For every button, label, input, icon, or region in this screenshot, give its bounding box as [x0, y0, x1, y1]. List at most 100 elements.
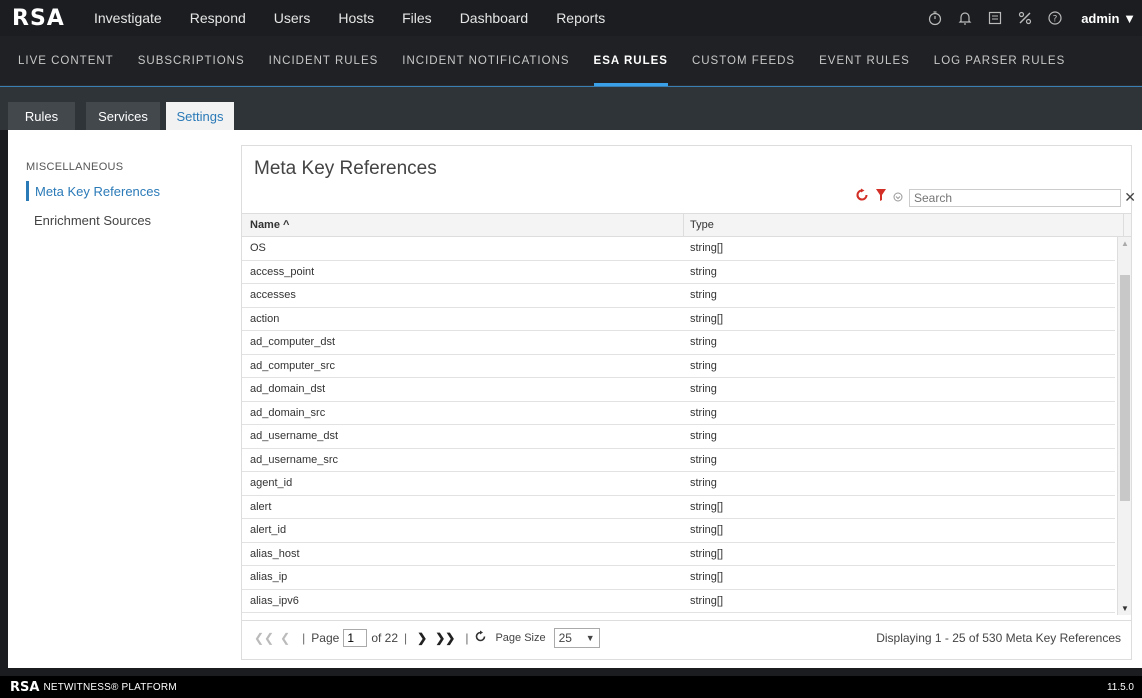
last-page-icon[interactable]: ❯❯ [435, 631, 455, 645]
subnav-subscriptions[interactable]: SUBSCRIPTIONS [138, 36, 245, 86]
bell-icon[interactable] [957, 10, 973, 26]
subnav-incident-notifications[interactable]: INCIDENT NOTIFICATIONS [402, 36, 569, 86]
cell-type: string[] [690, 500, 724, 513]
cell-type: string[] [690, 571, 724, 584]
notes-icon[interactable] [987, 10, 1003, 26]
vertical-scrollbar[interactable]: ▲ ▼ [1117, 237, 1131, 615]
table-row[interactable]: access_point string [242, 261, 1115, 284]
cell-name: alert [250, 500, 272, 513]
sidebar-item-enrichment-sources[interactable]: Enrichment Sources [26, 210, 151, 230]
cell-type: string [690, 289, 717, 302]
table-row[interactable]: action string[] [242, 308, 1115, 331]
cell-type: string [690, 477, 717, 490]
cell-name: ad_domain_dst [250, 383, 326, 396]
dropdown-arrow-icon[interactable] [893, 189, 903, 207]
table-row[interactable]: agent_id string [242, 472, 1115, 496]
panel-title: Meta Key References [254, 158, 437, 179]
nav-dashboard[interactable]: Dashboard [460, 10, 529, 26]
cell-name: alert_id [250, 524, 287, 537]
sidebar-heading: MISCELLANEOUS [26, 161, 124, 173]
page-count: of 22 [371, 630, 399, 645]
subnav-esa-rules[interactable]: ESA RULES [593, 36, 669, 86]
scroll-down-icon[interactable]: ▼ [1121, 604, 1129, 613]
chevron-down-icon: ▼ [585, 632, 595, 643]
subnav-custom-feeds[interactable]: CUSTOM FEEDS [692, 36, 795, 86]
table-row[interactable]: ad_domain_src string [242, 402, 1115, 425]
table-row[interactable]: ad_computer_dst string [242, 331, 1115, 355]
reload-icon[interactable] [474, 630, 487, 646]
cell-type: string [690, 265, 717, 278]
table-row[interactable]: ad_domain_dst string [242, 378, 1115, 402]
cell-name: alias_ipv6 [250, 594, 299, 607]
cell-type: string[] [690, 547, 724, 560]
column-header-name[interactable]: Name ^ [242, 214, 684, 236]
clear-search-icon[interactable]: ✕ [1124, 189, 1136, 206]
chevron-down-icon: ▼ [1123, 10, 1136, 26]
table-row[interactable]: alias_ip string[] [242, 566, 1115, 590]
nav-files[interactable]: Files [402, 10, 432, 26]
page-size-select[interactable]: 25 ▼ [553, 627, 600, 648]
cell-name: alias_ip [250, 571, 288, 584]
page-number-input[interactable] [343, 628, 368, 647]
user-menu[interactable]: admin ▼ [1081, 11, 1136, 26]
table-row[interactable]: ad_computer_src string [242, 355, 1115, 378]
table-row[interactable]: ad_username_dst string [242, 425, 1115, 449]
column-header-type[interactable]: Type [684, 214, 1124, 236]
tab-settings[interactable]: Settings [166, 102, 234, 131]
search-input[interactable] [910, 190, 1090, 205]
nav-investigate[interactable]: Investigate [94, 10, 162, 26]
tab-rules[interactable]: Rules [8, 102, 75, 131]
table-row[interactable]: alert string[] [242, 496, 1115, 519]
table-row[interactable]: ad_username_src string [242, 449, 1115, 472]
footer-product: NETWITNESS® PLATFORM [43, 681, 177, 693]
cell-name: OS [250, 242, 266, 255]
cell-type: string [690, 430, 717, 443]
first-page-icon[interactable]: ❮❮ [254, 631, 274, 645]
cell-type: string [690, 406, 717, 419]
scroll-up-icon[interactable]: ▲ [1121, 239, 1129, 248]
nav-right-tools: ? admin ▼ [927, 0, 1136, 36]
cell-name: ad_username_src [250, 453, 339, 466]
subnav-log-parser-rules[interactable]: LOG PARSER RULES [934, 36, 1065, 86]
refresh-icon[interactable] [855, 188, 869, 207]
tab-services[interactable]: Services [86, 102, 160, 131]
help-icon[interactable]: ? [1047, 10, 1063, 26]
nav-reports[interactable]: Reports [556, 10, 605, 26]
next-page-icon[interactable]: ❯ [417, 631, 427, 645]
table-row[interactable]: alias_host string[] [242, 543, 1115, 566]
paging-status: Displaying 1 - 25 of 530 Meta Key Refere… [876, 630, 1121, 645]
subnav-live-content[interactable]: LIVE CONTENT [18, 36, 114, 86]
table-row[interactable]: accesses string [242, 284, 1115, 308]
page-size-value: 25 [558, 630, 572, 645]
cell-type: string[] [690, 524, 724, 537]
table-row[interactable]: OS string[] [242, 237, 1115, 261]
sidebar-item-meta-key-references[interactable]: Meta Key References [26, 181, 160, 201]
cell-name: alias_host [250, 547, 300, 560]
pager-separator: | [404, 630, 408, 645]
tools-icon[interactable] [1017, 10, 1033, 26]
stopwatch-icon[interactable] [927, 10, 943, 26]
page-label: Page [311, 630, 340, 645]
filter-icon[interactable] [875, 188, 887, 207]
sub-nav: LIVE CONTENT SUBSCRIPTIONS INCIDENT RULE… [0, 36, 1142, 86]
scroll-thumb[interactable] [1120, 275, 1130, 501]
table-row[interactable]: alias_ipv6 string[] [242, 590, 1115, 613]
nav-users[interactable]: Users [274, 10, 311, 26]
prev-page-icon[interactable]: ❮ [280, 631, 290, 645]
cell-name: accesses [250, 289, 296, 302]
table-row[interactable]: alert_id string[] [242, 519, 1115, 543]
cell-name: ad_computer_src [250, 359, 335, 372]
pager-separator: | [302, 630, 306, 645]
cell-type: string[] [690, 312, 724, 325]
page-size-label: Page Size [495, 631, 546, 644]
grid-rows: OS string[] access_point string accesses stri… [242, 237, 1115, 615]
grid-header: Name ^ Type [242, 213, 1131, 237]
nav-hosts[interactable]: Hosts [338, 10, 374, 26]
nav-respond[interactable]: Respond [190, 10, 246, 26]
rsa-logo[interactable]: RSA [12, 6, 94, 31]
pager-separator: | [465, 630, 469, 645]
pagination-bar: ❮❮ ❮ | Page of 22 | ❯ ❯❯ | Page Size 25 … [242, 620, 1131, 654]
cell-name: ad_username_dst [250, 430, 339, 443]
subnav-incident-rules[interactable]: INCIDENT RULES [269, 36, 379, 86]
subnav-event-rules[interactable]: EVENT RULES [819, 36, 910, 86]
